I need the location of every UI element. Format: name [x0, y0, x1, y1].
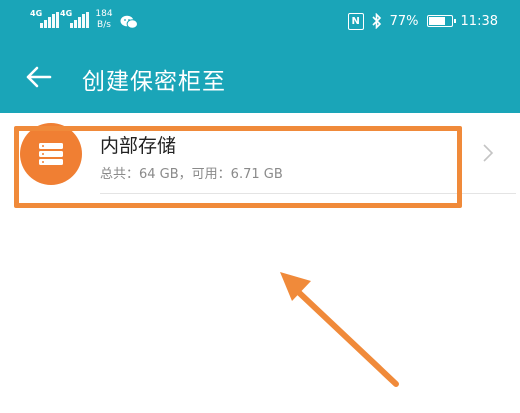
pointer-arrow-icon — [280, 272, 399, 387]
